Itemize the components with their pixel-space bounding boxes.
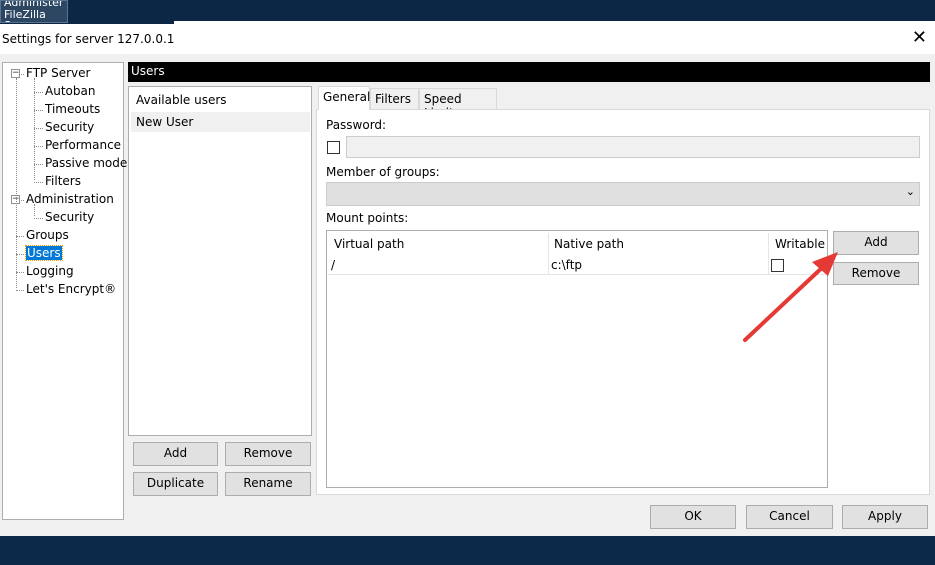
- tab-general[interactable]: General: [318, 86, 370, 110]
- red-arrow-annotation: [743, 252, 838, 342]
